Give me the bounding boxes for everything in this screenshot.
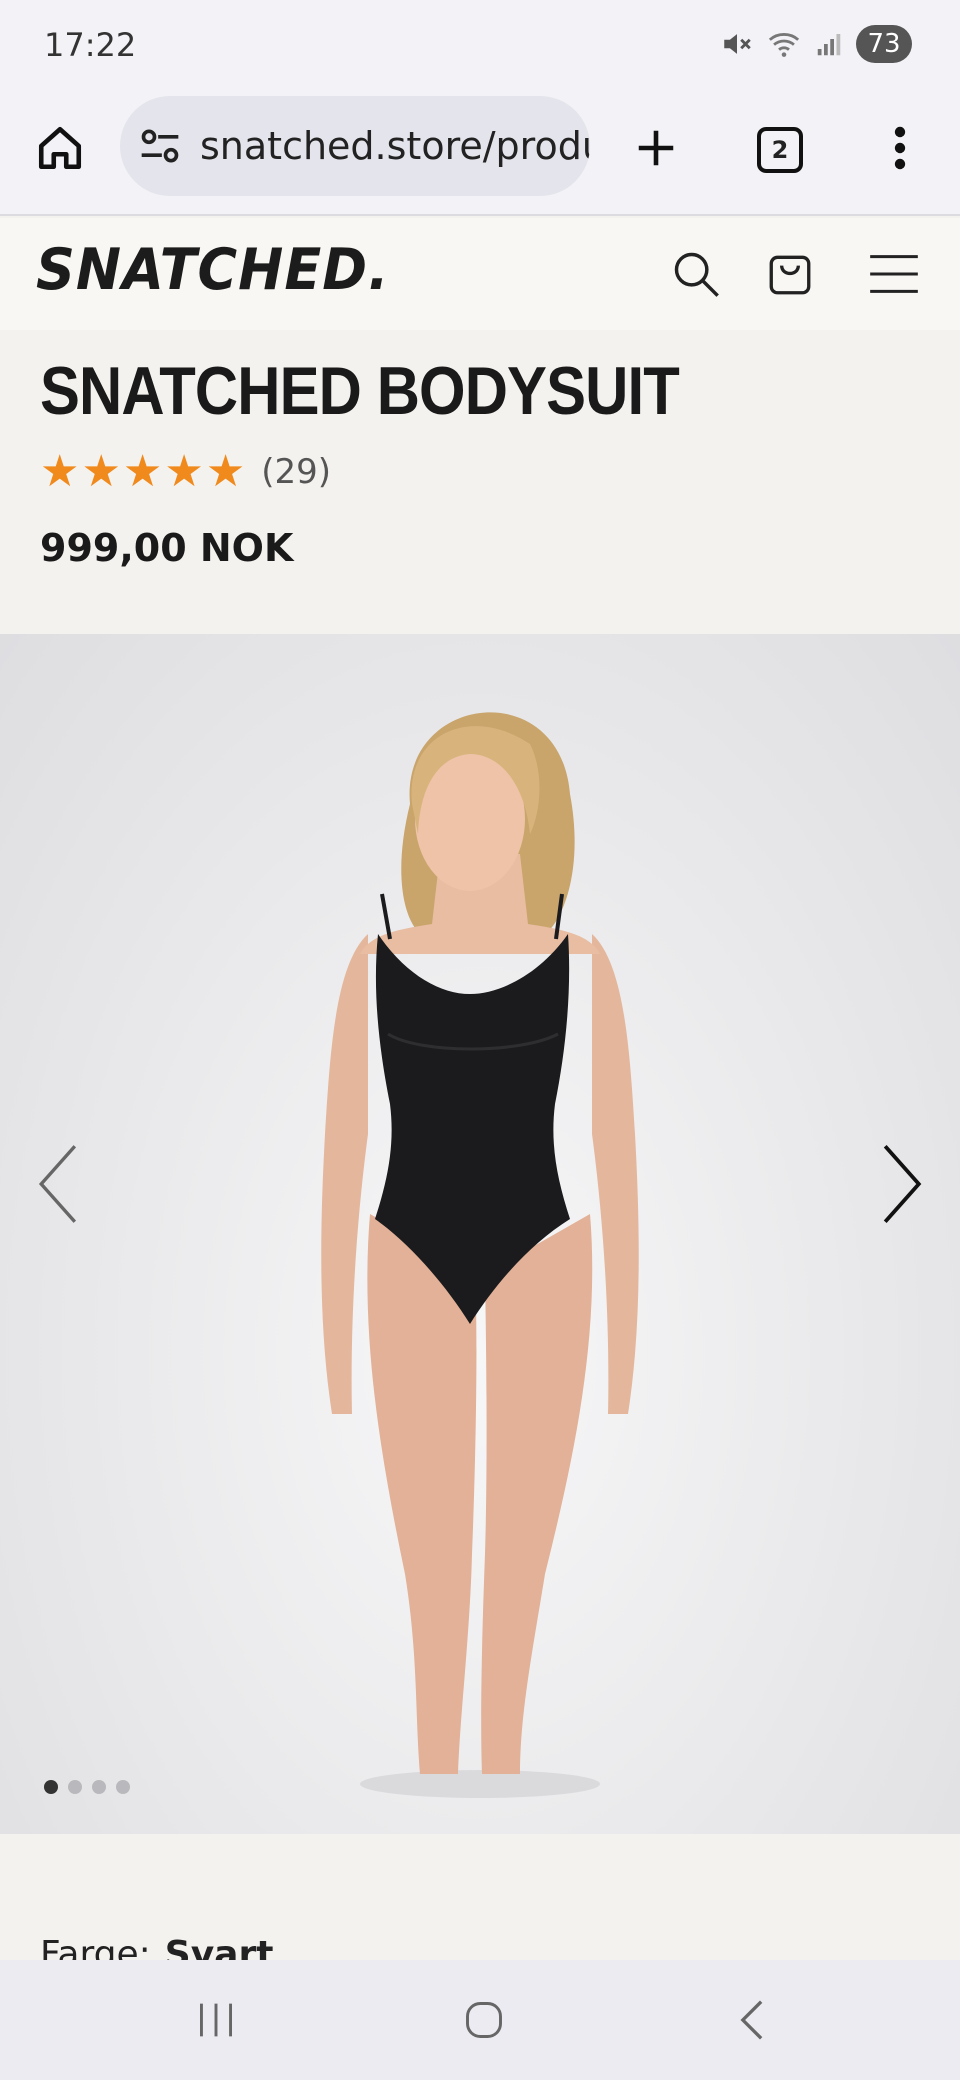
gallery-prev-button[interactable] — [18, 1134, 98, 1234]
back-icon — [740, 2000, 763, 2040]
more-vertical-icon — [894, 126, 906, 170]
product-info: SNATCHED BODYSUIT ★ ★ ★ ★ ★ (29) 999,00 … — [0, 330, 960, 634]
product-price: 999,00 NOK — [40, 526, 294, 570]
home-circle-icon — [466, 2002, 502, 2038]
url-text: snatched.store/produ — [200, 124, 590, 168]
battery-indicator: 73 — [856, 25, 912, 63]
tab-switcher-button[interactable]: 2 — [744, 114, 816, 186]
status-icons: 73 — [720, 24, 912, 64]
chevron-right-icon — [883, 1144, 922, 1224]
chevron-left-icon — [38, 1145, 77, 1223]
cart-button[interactable] — [758, 242, 822, 306]
shopping-bag-icon — [769, 255, 811, 295]
search-icon — [674, 252, 719, 297]
product-photo — [321, 712, 639, 1798]
variant-value: Svart — [164, 1934, 274, 1960]
site-header: SNATCHED. — [0, 218, 960, 330]
star-icon: ★ — [81, 446, 121, 497]
site-logo[interactable]: SNATCHED. — [36, 236, 390, 302]
recent-apps-button[interactable] — [176, 1990, 256, 2050]
new-tab-button[interactable] — [620, 112, 692, 184]
star-icon: ★ — [205, 446, 246, 497]
variant-selector: Farge: Svart — [0, 1834, 960, 1960]
product-rating[interactable]: ★ ★ ★ ★ ★ (29) — [40, 450, 331, 494]
wifi-icon — [768, 33, 800, 57]
signal-icon — [817, 34, 841, 56]
site-settings-icon[interactable] — [138, 124, 182, 168]
star-icon: ★ — [122, 446, 163, 497]
home-button[interactable] — [28, 116, 92, 180]
product-title: SNATCHED BODYSUIT — [40, 353, 680, 429]
product-gallery[interactable] — [0, 634, 960, 1834]
menu-button[interactable] — [862, 242, 926, 306]
address-bar[interactable]: snatched.store/produ — [120, 96, 590, 196]
gallery-pagination — [44, 1780, 130, 1794]
browser-toolbar: snatched.store/produ 2 — [0, 88, 960, 216]
back-button[interactable] — [712, 1990, 792, 2050]
gallery-dot[interactable] — [44, 1780, 58, 1794]
home-icon — [38, 126, 82, 170]
star-icon: ★ — [40, 446, 80, 497]
star-icon: ★ — [164, 446, 204, 497]
home-nav-button[interactable] — [444, 1990, 524, 2050]
color-option: Farge: Svart — [40, 1934, 273, 1960]
variant-label: Farge: — [40, 1934, 151, 1960]
browser-menu-button[interactable] — [868, 112, 932, 184]
gallery-next-button[interactable] — [862, 1134, 942, 1234]
plus-icon — [638, 130, 674, 166]
status-bar: 17:22 73 — [0, 0, 960, 88]
recent-apps-icon — [200, 2003, 232, 2037]
gallery-dot[interactable] — [92, 1780, 106, 1794]
search-button[interactable] — [664, 242, 728, 306]
system-navigation-bar — [0, 1960, 960, 2080]
tab-count: 2 — [757, 127, 803, 173]
gallery-dot[interactable] — [68, 1780, 82, 1794]
review-count[interactable]: (29) — [261, 452, 331, 492]
status-time: 17:22 — [44, 26, 137, 64]
hamburger-icon — [870, 255, 918, 293]
gallery-dot[interactable] — [116, 1780, 130, 1794]
mute-icon — [724, 34, 751, 54]
